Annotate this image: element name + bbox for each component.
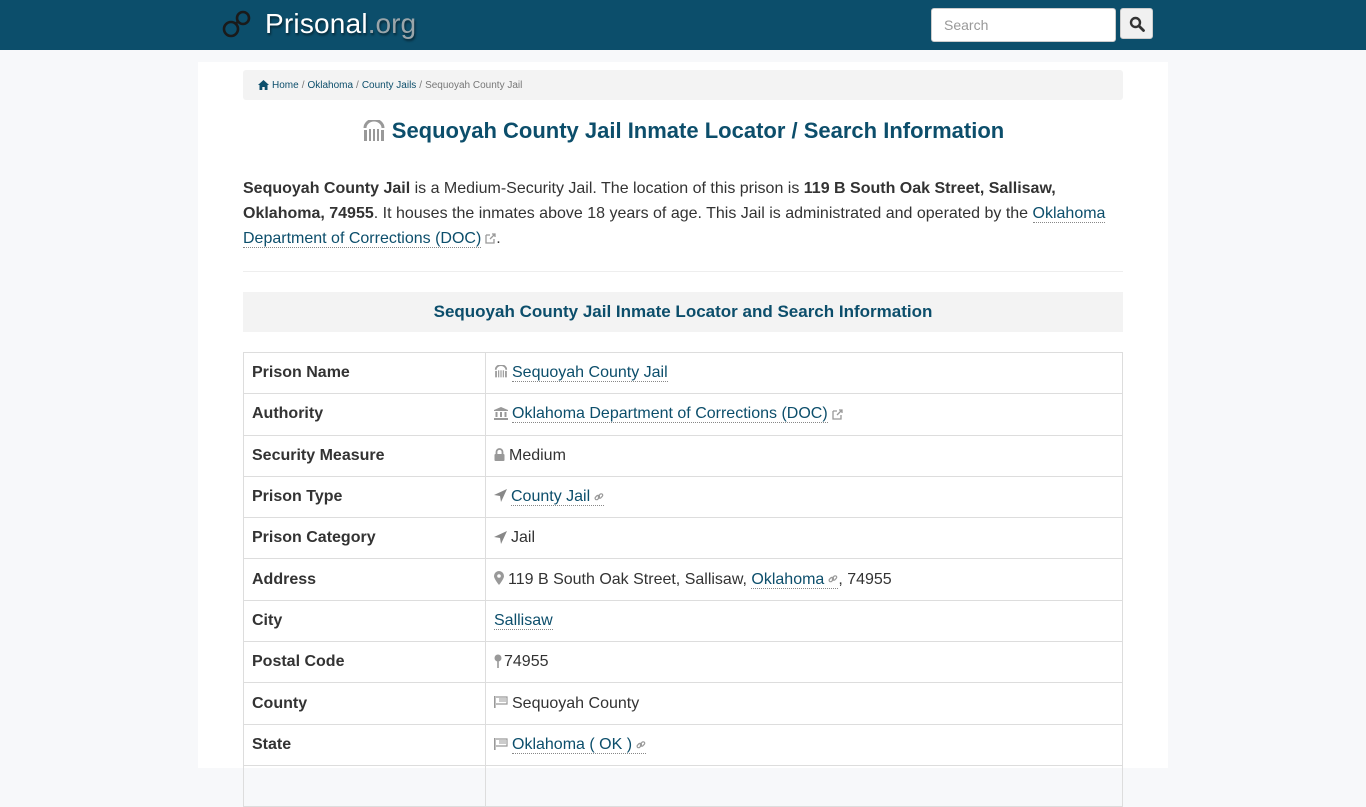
main-content: Home / Oklahoma / County Jails / Sequoya… — [198, 62, 1168, 807]
table-row: Postal Code 74955 — [243, 641, 1123, 684]
breadcrumb-oklahoma[interactable]: Oklahoma — [307, 80, 353, 91]
prison-icon — [363, 120, 385, 141]
table-row — [243, 764, 1123, 807]
row-label: Postal Code — [243, 641, 486, 684]
intro-text: . — [496, 230, 501, 247]
city-link[interactable]: Sallisaw — [494, 611, 553, 630]
row-label: Prison Type — [243, 475, 486, 519]
row-label: Authority — [243, 393, 486, 436]
search-icon — [1129, 16, 1145, 32]
row-label: County — [243, 682, 486, 725]
external-link-icon — [832, 409, 843, 420]
search-button[interactable] — [1120, 8, 1153, 39]
row-label: Prison Category — [243, 517, 486, 560]
flag-icon — [494, 696, 508, 709]
row-label: Security Measure — [243, 434, 486, 477]
table-row: Authority Oklahoma Department of Correct… — [243, 393, 1123, 436]
lock-icon — [494, 448, 505, 461]
state-link[interactable]: Oklahoma ( OK ) — [512, 735, 647, 754]
table-row: Prison Type County Jail — [243, 475, 1123, 519]
table-row: City Sallisaw — [243, 599, 1123, 643]
prison-type-value: County Jail — [511, 488, 591, 506]
brand-tld: .org — [367, 8, 417, 39]
row-label: City — [243, 599, 486, 643]
prison-info-table: Prison Name Sequoyah County Jail Authori… — [243, 351, 1123, 807]
prison-icon — [494, 365, 508, 378]
county-value: Sequoyah County — [512, 694, 640, 712]
table-row: State Oklahoma ( OK ) — [243, 723, 1123, 766]
page-title: Sequoyah County Jail Inmate Locator / Se… — [243, 118, 1123, 144]
address-state-link[interactable]: Oklahoma — [751, 570, 839, 589]
table-row: Prison Category Jail — [243, 517, 1123, 560]
breadcrumb-home[interactable]: Home — [272, 80, 299, 91]
link-icon — [828, 575, 838, 583]
map-marker-icon — [494, 571, 504, 586]
address-state: Oklahoma — [751, 570, 825, 588]
row-label: Prison Name — [243, 351, 486, 395]
institution-icon — [494, 406, 508, 420]
row-label: State — [243, 723, 486, 766]
site-logo-link[interactable]: Prisonal .org — [221, 8, 416, 40]
table-row: Security Measure Medium — [243, 434, 1123, 477]
search-input[interactable] — [931, 8, 1116, 42]
prison-category-value: Jail — [511, 529, 536, 547]
security-measure-value: Medium — [509, 446, 566, 464]
link-icon — [636, 740, 646, 748]
prison-type-link[interactable]: County Jail — [511, 488, 605, 507]
breadcrumb-current: Sequoyah County Jail — [425, 79, 523, 91]
page-title-text: Sequoyah County Jail Inmate Locator / Se… — [391, 118, 1005, 143]
state-value: Oklahoma ( OK ) — [512, 735, 633, 753]
breadcrumb-separator: / — [419, 79, 423, 91]
location-arrow-icon — [494, 489, 507, 503]
row-label: Address — [243, 558, 486, 601]
breadcrumb-county-jails[interactable]: County Jails — [362, 80, 416, 91]
section-heading: Sequoyah County Jail Inmate Locator and … — [243, 292, 1123, 332]
intro-prison-name: Sequoyah County Jail — [243, 180, 411, 197]
table-row: Address 119 B South Oak Street, Sallisaw… — [243, 558, 1123, 601]
divider — [243, 271, 1123, 272]
location-arrow-icon — [494, 530, 507, 544]
breadcrumb: Home / Oklahoma / County Jails / Sequoya… — [243, 70, 1123, 100]
table-row: County Sequoyah County — [243, 682, 1123, 725]
postal-code-value: 74955 — [504, 653, 549, 671]
address-zip: , 74955 — [838, 570, 892, 588]
map-pin-icon — [494, 654, 502, 668]
home-icon — [258, 80, 269, 90]
handcuffs-icon — [222, 10, 251, 38]
brand-name: Prisonal — [265, 8, 368, 39]
prison-name-link[interactable]: Sequoyah County Jail — [512, 364, 668, 383]
breadcrumb-separator: / — [301, 79, 305, 91]
intro-text: . It houses the inmates above 18 years o… — [373, 205, 1033, 222]
authority-link[interactable]: Oklahoma Department of Corrections (DOC) — [512, 405, 828, 424]
link-icon — [594, 492, 604, 501]
intro-paragraph: Sequoyah County Jail is a Medium-Securit… — [243, 176, 1123, 251]
address-street: 119 B South Oak Street, Sallisaw, — [508, 570, 752, 588]
external-link-icon — [485, 233, 496, 244]
breadcrumb-separator: / — [356, 79, 359, 91]
intro-text: is a Medium-Security Jail. The location … — [410, 180, 804, 197]
flag-icon — [494, 737, 508, 750]
top-navbar: Prisonal .org — [0, 0, 1366, 50]
table-row: Prison Name Sequoyah County Jail — [243, 351, 1123, 395]
